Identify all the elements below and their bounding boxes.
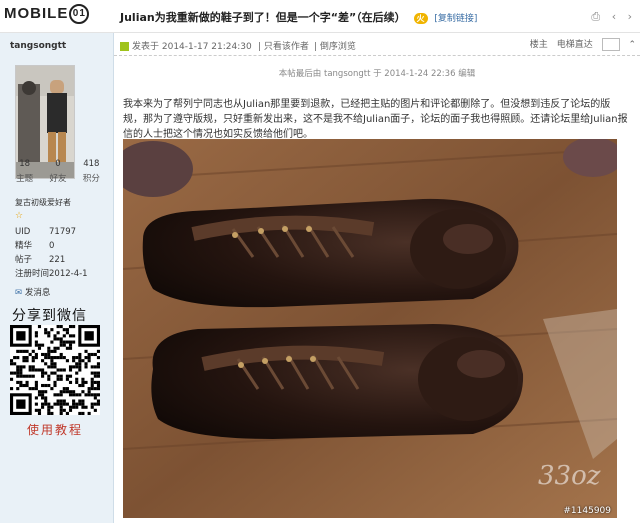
thread-title: Julian为我重新做的鞋子到了！但是一个字“差”（在后续） 火 [复制链接]	[120, 11, 478, 24]
post-body: 我本来为了帮列宁同志也从Julian那里要到退款，已经把主贴的图片和评论都删除了…	[123, 99, 628, 140]
photo-id-watermark: #1145909	[563, 506, 611, 516]
floor-label: 楼主	[529, 40, 548, 50]
hot-badge-icon: 火	[413, 12, 428, 24]
post-time: 发表于 2014-1-17 21:24:30	[132, 42, 252, 52]
post-main: 发表于 2014-1-17 21:24:30 | 只看该作者 | 倒序浏览 楼主…	[114, 33, 640, 523]
boot-top-graphic	[142, 198, 519, 308]
post-photo-boots[interactable]: 33oz #1145909	[123, 139, 617, 518]
share-wechat-title: 分享到微信	[12, 308, 87, 324]
stat-friends[interactable]: 0 好友	[41, 159, 74, 184]
thread-tools: ⎙ ‹ ›	[583, 10, 632, 24]
site-logo[interactable]: MOBILE 01	[4, 4, 90, 24]
send-message-button[interactable]: ✉ 发消息	[15, 286, 50, 298]
boot-bottom-graphic	[151, 324, 524, 439]
elevator-label: 电梯直达	[556, 40, 593, 50]
stat-points[interactable]: 418 积分	[75, 159, 108, 184]
top-bar: MOBILE 01 Julian为我重新做的鞋子到了！但是一个字“差”（在后续） …	[0, 0, 640, 33]
floor-jump-input[interactable]	[601, 38, 620, 51]
online-status-icon	[120, 42, 129, 51]
usage-guide-link[interactable]: 使用教程	[27, 421, 83, 438]
expand-icon[interactable]: ⌃	[628, 40, 636, 50]
author-only-link[interactable]: | 只看该作者	[258, 39, 309, 52]
post-info-bar: 发表于 2014-1-17 21:24:30 | 只看该作者 | 倒序浏览 楼主…	[114, 33, 640, 56]
author-username[interactable]: tangsongtt	[10, 41, 66, 51]
author-sidebar: tangsongtt 18 主题 0 好友 418 积分 复古初级爱好者 ☆ UID 7…	[0, 33, 114, 523]
user-rank: 复古初级爱好者	[15, 198, 71, 207]
edited-note: 本帖最后由 tangsongtt 于 2014-1-24 22:36 编辑	[278, 69, 476, 79]
wechat-qr-code	[10, 325, 100, 415]
prev-thread-icon[interactable]: ‹	[612, 10, 616, 23]
reverse-order-link[interactable]: | 倒序浏览	[314, 39, 356, 52]
mail-icon: ✉	[15, 288, 23, 298]
print-icon[interactable]: ⎙	[591, 10, 600, 23]
stat-threads[interactable]: 18 主题	[8, 159, 41, 184]
author-stats: 18 主题 0 好友 418 积分	[8, 159, 108, 184]
next-thread-icon[interactable]: ›	[628, 10, 632, 23]
rank-star-icon: ☆	[15, 211, 24, 221]
site-watermark-graphic: 33oz	[538, 461, 601, 491]
author-profile: UID 71797 精华 0 帖子 221 注册时间 2012-4-1	[15, 227, 88, 279]
logo-mark: 01	[69, 4, 90, 24]
copy-link[interactable]: [复制链接]	[434, 14, 477, 24]
